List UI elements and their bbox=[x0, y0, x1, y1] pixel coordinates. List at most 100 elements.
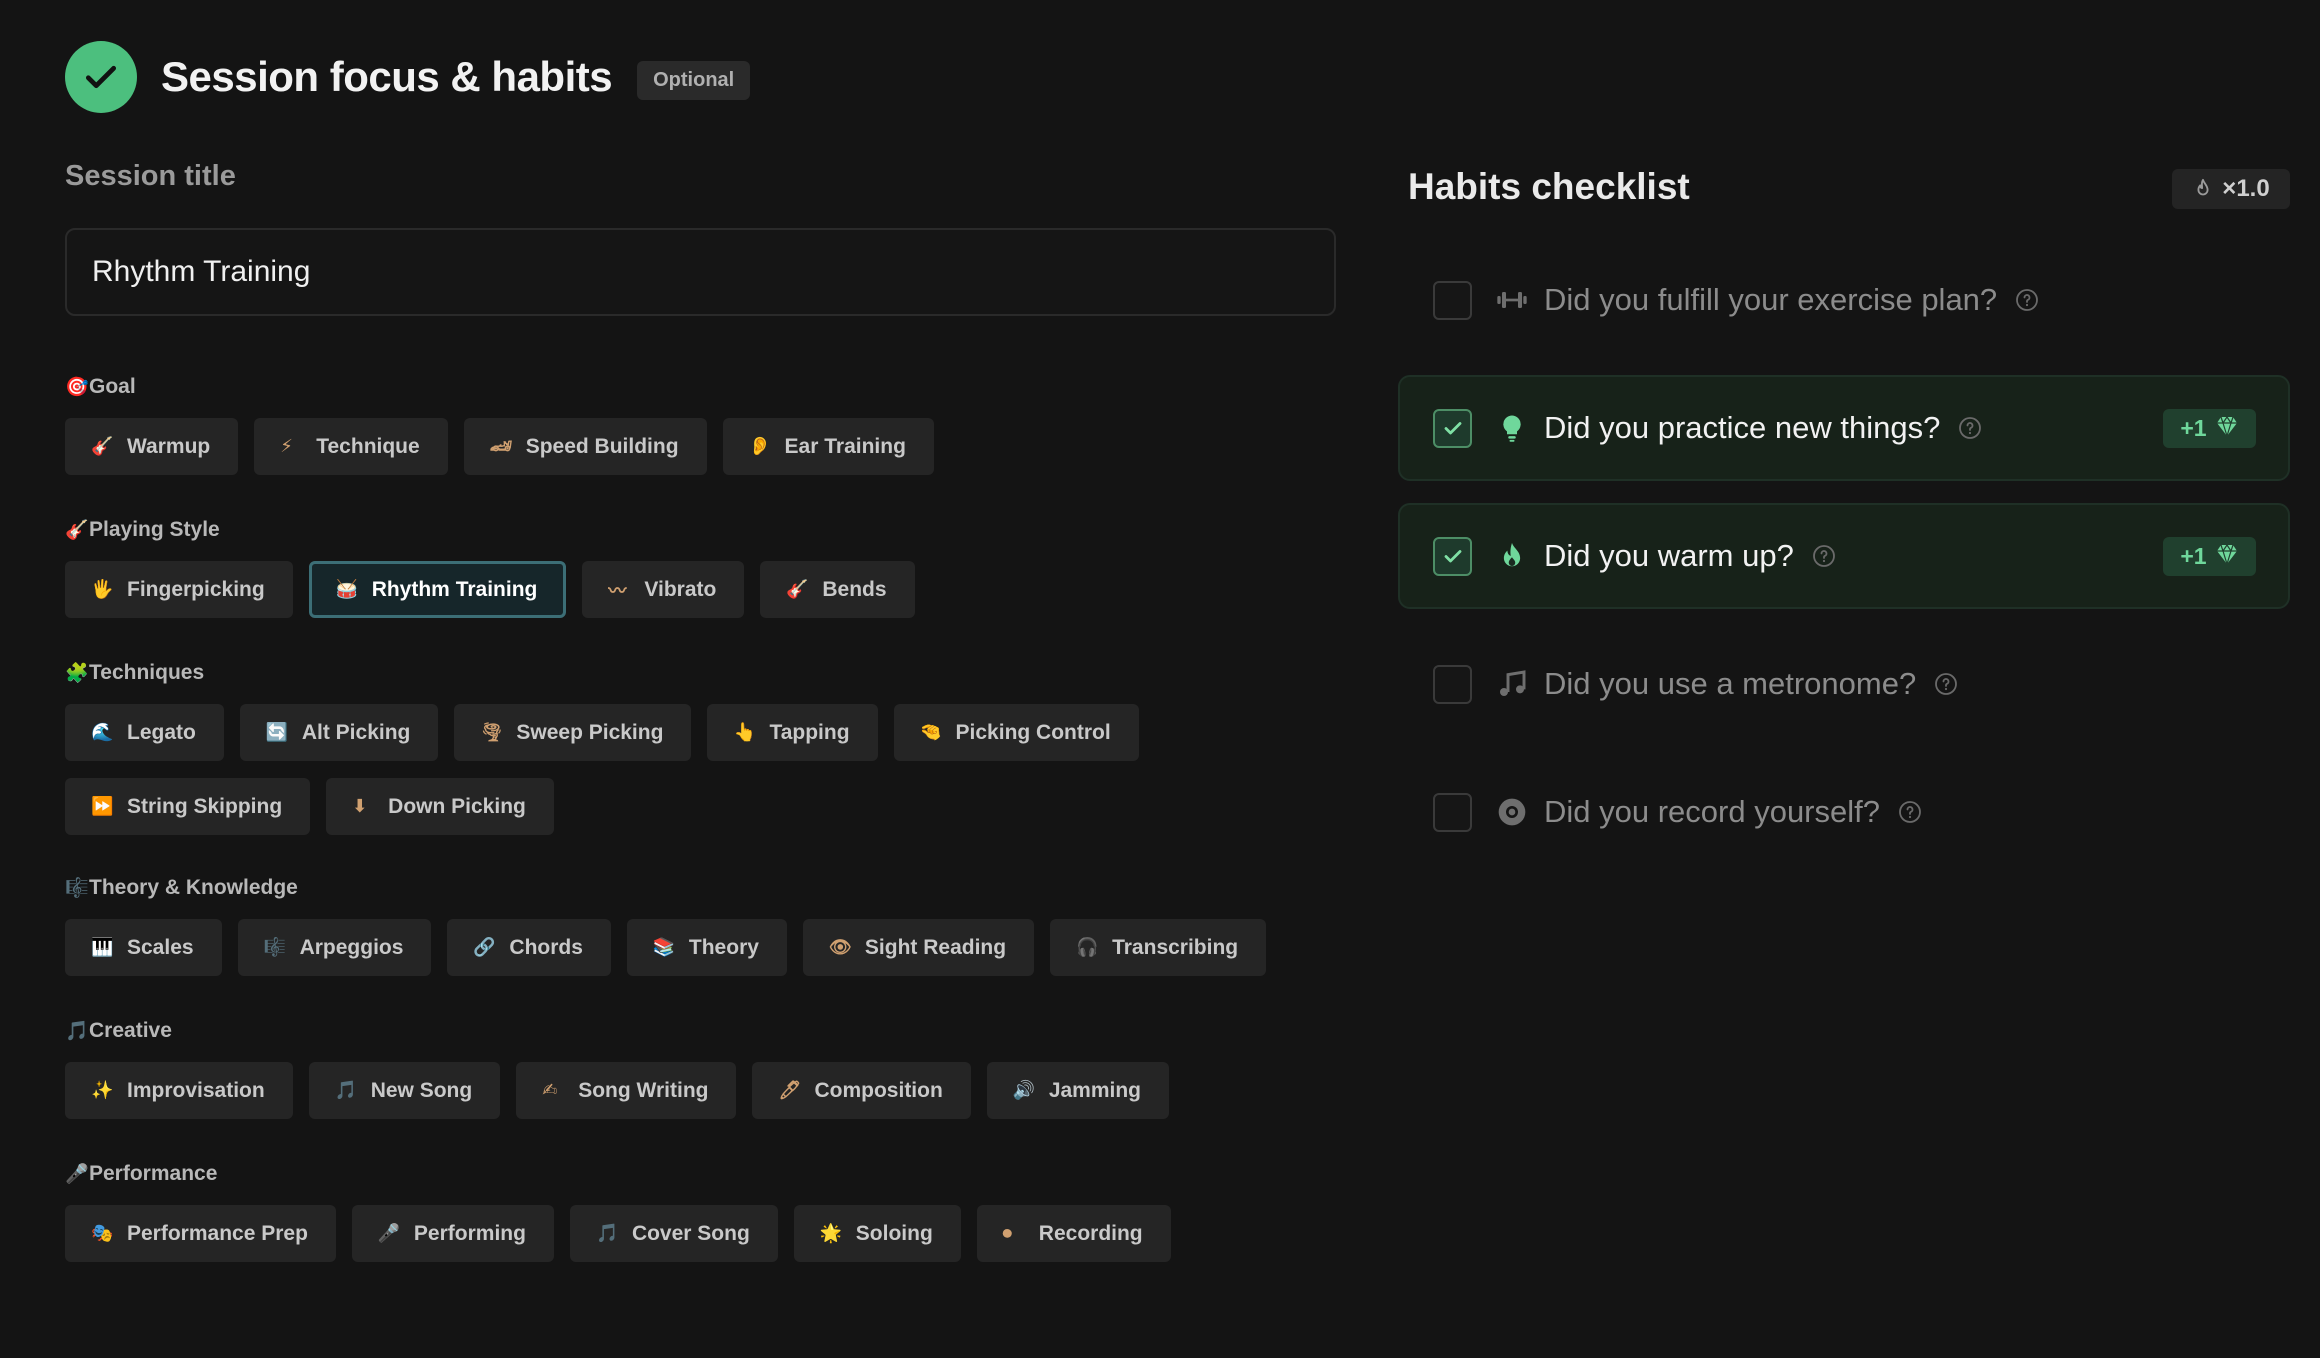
chip-list: 🖐 Fingerpicking 🥁 Rhythm Training 〰 Vibrato 🎸 B… bbox=[65, 561, 1336, 618]
chip-performance-prep[interactable]: 🎭 Performance Prep bbox=[65, 1205, 336, 1262]
group-icon: 🎤 bbox=[65, 1164, 89, 1185]
chip-list: 🌊 Legato 🔄 Alt Picking 🌪 Sweep Picking 👆 Tappin… bbox=[65, 704, 1336, 835]
group-icon: 🎸 bbox=[65, 520, 89, 541]
chip-picking-control[interactable]: 🤏 Picking Control bbox=[893, 704, 1139, 761]
chip-vibrato[interactable]: 〰 Vibrato bbox=[582, 561, 745, 618]
chip-icon: ✨ bbox=[91, 1080, 114, 1100]
chip-sight-reading[interactable]: 👁 Sight Reading bbox=[802, 919, 1035, 976]
chip-icon: 🌊 bbox=[91, 722, 114, 742]
habit-checkbox-checked[interactable] bbox=[1433, 536, 1472, 576]
chip-icon: 🎵 bbox=[334, 1080, 358, 1100]
group-label-creative: 🎵 Creative bbox=[65, 1018, 1336, 1044]
chip-label: Sight Reading bbox=[864, 935, 1007, 959]
chip-composition[interactable]: 🖊 Composition bbox=[752, 1062, 971, 1119]
chip-rhythm-training[interactable]: 🥁 Rhythm Training bbox=[308, 561, 567, 618]
chip-down-picking[interactable]: ⬇ Down Picking bbox=[326, 778, 554, 835]
chip-label: New Song bbox=[370, 1078, 473, 1102]
chip-label: Performing bbox=[413, 1221, 526, 1245]
chip-list: ✨ Improvisation 🎵 New Song ✍ Song Writing 🖊 Com… bbox=[65, 1062, 1336, 1119]
group-label-theory-knowledge: 🎼 Theory & Knowledge bbox=[65, 875, 1336, 901]
chip-warmup[interactable]: 🎸 Warmup bbox=[65, 418, 239, 475]
chip-icon: 🖐 bbox=[91, 579, 114, 599]
chip-label: Cover Song bbox=[631, 1221, 750, 1245]
chip-label: Technique bbox=[316, 434, 420, 458]
chip-icon: 🎹 bbox=[91, 937, 114, 957]
streak-multiplier: ×1.0 bbox=[2172, 169, 2290, 209]
flame-icon bbox=[2197, 178, 2209, 196]
chip-bends[interactable]: 🎸 Bends bbox=[760, 561, 915, 618]
chip-icon: 🔄 bbox=[265, 722, 289, 742]
habit-checkbox-checked[interactable] bbox=[1433, 408, 1472, 448]
chip-performing[interactable]: 🎤 Performing bbox=[351, 1205, 554, 1262]
chip-scales[interactable]: 🎹 Scales bbox=[65, 919, 222, 976]
chip-label: Alt Picking bbox=[301, 720, 411, 744]
help-icon[interactable] bbox=[1934, 672, 1958, 696]
page-title: Session focus & habits bbox=[161, 53, 613, 100]
help-icon[interactable] bbox=[1812, 544, 1836, 568]
help-icon[interactable] bbox=[1958, 416, 1982, 440]
chip-label: Composition bbox=[814, 1078, 943, 1102]
focus-panel: Session title 🎯Goal 🎸 Warmup ⚡ Technique 🏎 Spe… bbox=[65, 160, 1336, 1262]
chip-icon: 🎸 bbox=[91, 436, 114, 456]
chip-icon: 🏎 bbox=[489, 436, 513, 456]
chip-label: Arpeggios bbox=[299, 935, 404, 959]
chip-icon: 🎤 bbox=[377, 1223, 401, 1243]
session-focus-page: Session focus & habits Optional Session … bbox=[0, 0, 2320, 1358]
chip-label: Fingerpicking bbox=[127, 577, 265, 601]
chip-label: Bends bbox=[822, 577, 887, 601]
chip-technique[interactable]: ⚡ Technique bbox=[254, 418, 448, 475]
habit-checkbox[interactable] bbox=[1433, 792, 1472, 832]
chip-recording[interactable]: ⏺ Recording bbox=[976, 1205, 1171, 1262]
help-icon[interactable] bbox=[1898, 800, 1922, 824]
habits-title: Habits checklist bbox=[1408, 166, 1690, 207]
optional-badge: Optional bbox=[637, 60, 751, 100]
chip-icon: 📚 bbox=[652, 937, 676, 957]
group-icon: 🎵 bbox=[65, 1021, 89, 1042]
group-label-text: Playing Style bbox=[89, 518, 220, 541]
chip-icon: 🎭 bbox=[91, 1223, 114, 1243]
chip-new-song[interactable]: 🎵 New Song bbox=[308, 1062, 501, 1119]
chip-soloing[interactable]: 🌟 Soloing bbox=[793, 1205, 961, 1262]
chip-improvisation[interactable]: ✨ Improvisation bbox=[65, 1062, 293, 1119]
music-note-icon bbox=[1494, 666, 1530, 702]
chip-speed-building[interactable]: 🏎 Speed Building bbox=[463, 418, 707, 475]
flame-icon bbox=[1494, 538, 1530, 574]
chip-song-writing[interactable]: ✍ Song Writing bbox=[516, 1062, 737, 1119]
chip-cover-song[interactable]: 🎵 Cover Song bbox=[569, 1205, 778, 1262]
chip-icon: 👂 bbox=[748, 436, 771, 456]
chip-label: Soloing bbox=[855, 1221, 933, 1245]
habit-checkbox[interactable] bbox=[1433, 280, 1472, 320]
group-theory-knowledge: 🎼 Theory & Knowledge 🎹 Scales 🎼 Arpeggios 🔗 Cho… bbox=[65, 875, 1336, 976]
chip-legato[interactable]: 🌊 Legato bbox=[65, 704, 224, 761]
chip-icon: 👁 bbox=[828, 937, 852, 957]
chip-label: Legato bbox=[127, 720, 196, 744]
chip-label: Tapping bbox=[769, 720, 850, 744]
help-icon[interactable] bbox=[2015, 288, 2039, 312]
chip-transcribing[interactable]: 🎧 Transcribing bbox=[1050, 919, 1267, 976]
chip-icon: 🎵 bbox=[595, 1223, 619, 1243]
chip-ear-training[interactable]: 👂 Ear Training bbox=[722, 418, 934, 475]
chip-label: Scales bbox=[127, 935, 194, 959]
group-label-text: Techniques bbox=[89, 661, 205, 684]
bonus-badge: +1 bbox=[2163, 409, 2256, 448]
chip-label: Warmup bbox=[127, 434, 211, 458]
group-playing-style: 🎸 Playing Style 🖐 Fingerpicking 🥁 Rhythm Trai… bbox=[65, 517, 1336, 618]
chip-icon: ⚡ bbox=[280, 436, 293, 456]
group-label-goal: 🎯 Goal bbox=[65, 374, 1336, 400]
habit-checkbox[interactable] bbox=[1433, 664, 1472, 704]
chip-alt-picking[interactable]: 🔄 Alt Picking bbox=[239, 704, 439, 761]
habit-label: Did you fulfill your exercise plan? bbox=[1544, 282, 1998, 317]
chip-sweep-picking[interactable]: 🌪 Sweep Picking bbox=[454, 704, 692, 761]
habit-row-did-you-fulfill-your-exercise-plan: Did you fulfill your exercise plan? bbox=[1398, 247, 2290, 353]
session-title-input[interactable] bbox=[65, 228, 1336, 316]
dumbbell-icon bbox=[1494, 282, 1530, 318]
chip-arpeggios[interactable]: 🎼 Arpeggios bbox=[237, 919, 432, 976]
chip-theory[interactable]: 📚 Theory bbox=[626, 919, 787, 976]
group-label-performance: 🎤 Performance bbox=[65, 1161, 1336, 1187]
chip-tapping[interactable]: 👆 Tapping bbox=[707, 704, 878, 761]
chip-fingerpicking[interactable]: 🖐 Fingerpicking bbox=[65, 561, 293, 618]
chip-list: 🎹 Scales 🎼 Arpeggios 🔗 Chords 📚 Theory 👁 Sight Re… bbox=[65, 919, 1336, 976]
chip-string-skipping[interactable]: ⏩ String Skipping bbox=[65, 778, 311, 835]
chip-jamming[interactable]: 🔊 Jamming bbox=[986, 1062, 1170, 1119]
chip-chords[interactable]: 🔗 Chords bbox=[447, 919, 611, 976]
